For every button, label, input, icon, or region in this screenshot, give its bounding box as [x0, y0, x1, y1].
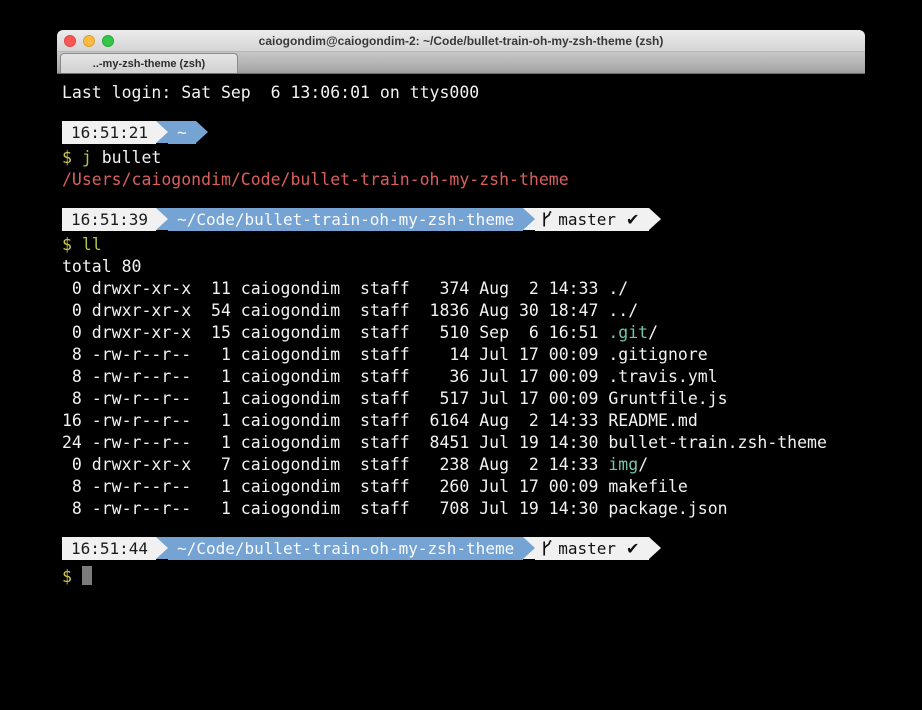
title-bar[interactable]: caiogondim@caiogondim-2: ~/Code/bullet-t…: [57, 30, 865, 52]
window-title: caiogondim@caiogondim-2: ~/Code/bullet-t…: [57, 30, 865, 52]
ls-row: 8 -rw-r--r-- 1 caiogondim staff 36 Jul 1…: [62, 366, 861, 388]
ls-row-filename: bullet-train.zsh-theme: [608, 433, 827, 452]
ls-row-meta: 0 drwxr-xr-x 15 caiogondim staff 510 Sep…: [62, 323, 608, 342]
traffic-lights: [64, 30, 114, 52]
prompt-bar: 16:51:44 ~/Code/bullet-train-oh-my-zsh-th…: [62, 537, 861, 560]
ls-row-meta: 8 -rw-r--r-- 1 caiogondim staff 14 Jul 1…: [62, 345, 608, 364]
prompt-git-segment: master ✔: [535, 537, 649, 560]
command-args: bullet: [92, 148, 162, 167]
ls-row-filename: img: [608, 455, 638, 474]
ls-row-filename: makefile: [608, 477, 687, 496]
command-line: $ j bullet: [62, 147, 861, 169]
ls-row-filename: ./: [608, 279, 628, 298]
ls-row-meta: 8 -rw-r--r-- 1 caiogondim staff 517 Jul …: [62, 389, 608, 408]
ls-row-filename: .travis.yml: [608, 367, 717, 386]
git-branch-icon: [541, 211, 552, 228]
terminal-body[interactable]: Last login: Sat Sep 6 13:06:01 on ttys00…: [57, 74, 865, 710]
powerline-arrow-icon: [523, 208, 535, 230]
ls-row-suffix: /: [638, 455, 648, 474]
ls-row: 8 -rw-r--r-- 1 caiogondim staff 260 Jul …: [62, 476, 861, 498]
ls-row: 16 -rw-r--r-- 1 caiogondim staff 6164 Au…: [62, 410, 861, 432]
git-clean-check-icon: ✔: [626, 537, 639, 560]
input-line: $: [62, 563, 861, 585]
command-line: $ ll: [62, 234, 861, 256]
prompt-time-segment: 16:51:44: [62, 537, 156, 560]
terminal-scrollback: 16:51:21 ~ $ j bullet/Users/caiogondim/Cod…: [62, 121, 861, 585]
ls-row-filename: ../: [608, 301, 638, 320]
ls-row-meta: 0 drwxr-xr-x 54 caiogondim staff 1836 Au…: [62, 301, 608, 320]
ls-row-filename: package.json: [608, 499, 727, 518]
powerline-arrow-icon: [156, 208, 168, 230]
prompt-dollar: $: [62, 235, 72, 254]
git-branch-name: master: [558, 537, 616, 560]
prompt-dollar: $: [62, 148, 72, 167]
ls-row-meta: 8 -rw-r--r-- 1 caiogondim staff 260 Jul …: [62, 477, 608, 496]
output-line: /Users/caiogondim/Code/bullet-train-oh-m…: [62, 169, 861, 191]
text-cursor[interactable]: [82, 566, 92, 585]
ls-row-meta: 16 -rw-r--r-- 1 caiogondim staff 6164 Au…: [62, 411, 608, 430]
prompt-git-segment: master ✔: [535, 208, 649, 231]
prompt-bar: 16:51:39 ~/Code/bullet-train-oh-my-zsh-th…: [62, 208, 861, 231]
powerline-arrow-icon: [649, 537, 661, 559]
powerline-arrow-icon: [196, 121, 208, 143]
command-text: ll: [82, 235, 102, 254]
prompt-dollar: $: [62, 567, 72, 586]
ls-row: 0 drwxr-xr-x 54 caiogondim staff 1836 Au…: [62, 300, 861, 322]
ls-row-filename: README.md: [608, 411, 697, 430]
ls-row: 24 -rw-r--r-- 1 caiogondim staff 8451 Ju…: [62, 432, 861, 454]
ls-row: 8 -rw-r--r-- 1 caiogondim staff 708 Jul …: [62, 498, 861, 520]
powerline-arrow-icon: [156, 121, 168, 143]
last-login-line: Last login: Sat Sep 6 13:06:01 on ttys00…: [62, 82, 861, 104]
minimize-button[interactable]: [83, 35, 95, 47]
prompt-dir-segment: ~/Code/bullet-train-oh-my-zsh-theme: [168, 208, 523, 231]
git-clean-check-icon: ✔: [626, 208, 639, 231]
zoom-button[interactable]: [102, 35, 114, 47]
ls-row: 8 -rw-r--r-- 1 caiogondim staff 14 Jul 1…: [62, 344, 861, 366]
command-text: j: [82, 148, 92, 167]
tab-bar: ..-my-zsh-theme (zsh): [57, 52, 865, 74]
ls-row: 0 drwxr-xr-x 11 caiogondim staff 374 Aug…: [62, 278, 861, 300]
ls-row-filename: Gruntfile.js: [608, 389, 727, 408]
ls-row-meta: 8 -rw-r--r-- 1 caiogondim staff 36 Jul 1…: [62, 367, 608, 386]
powerline-arrow-icon: [523, 537, 535, 559]
ls-row-suffix: /: [648, 323, 658, 342]
ls-row-meta: 0 drwxr-xr-x 7 caiogondim staff 238 Aug …: [62, 455, 608, 474]
output-line: total 80: [62, 256, 861, 278]
powerline-arrow-icon: [156, 537, 168, 559]
powerline-arrow-icon: [649, 208, 661, 230]
terminal-window: caiogondim@caiogondim-2: ~/Code/bullet-t…: [57, 30, 865, 710]
ls-row: 0 drwxr-xr-x 15 caiogondim staff 510 Sep…: [62, 322, 861, 344]
prompt-time-segment: 16:51:39: [62, 208, 156, 231]
prompt-dir-segment: ~/Code/bullet-train-oh-my-zsh-theme: [168, 537, 523, 560]
close-button[interactable]: [64, 35, 76, 47]
prompt-bar: 16:51:21 ~: [62, 121, 861, 144]
git-branch-icon: [541, 540, 552, 557]
prompt-time-segment: 16:51:21: [62, 121, 156, 144]
terminal-tab[interactable]: ..-my-zsh-theme (zsh): [60, 53, 238, 73]
git-branch-name: master: [558, 208, 616, 231]
ls-row-filename: .git: [608, 323, 648, 342]
ls-row-filename: .gitignore: [608, 345, 707, 364]
prompt-dir-segment: ~: [168, 121, 196, 144]
ls-row: 8 -rw-r--r-- 1 caiogondim staff 517 Jul …: [62, 388, 861, 410]
ls-row-meta: 24 -rw-r--r-- 1 caiogondim staff 8451 Ju…: [62, 433, 608, 452]
ls-row-meta: 0 drwxr-xr-x 11 caiogondim staff 374 Aug…: [62, 279, 608, 298]
ls-row-meta: 8 -rw-r--r-- 1 caiogondim staff 708 Jul …: [62, 499, 608, 518]
ls-row: 0 drwxr-xr-x 7 caiogondim staff 238 Aug …: [62, 454, 861, 476]
